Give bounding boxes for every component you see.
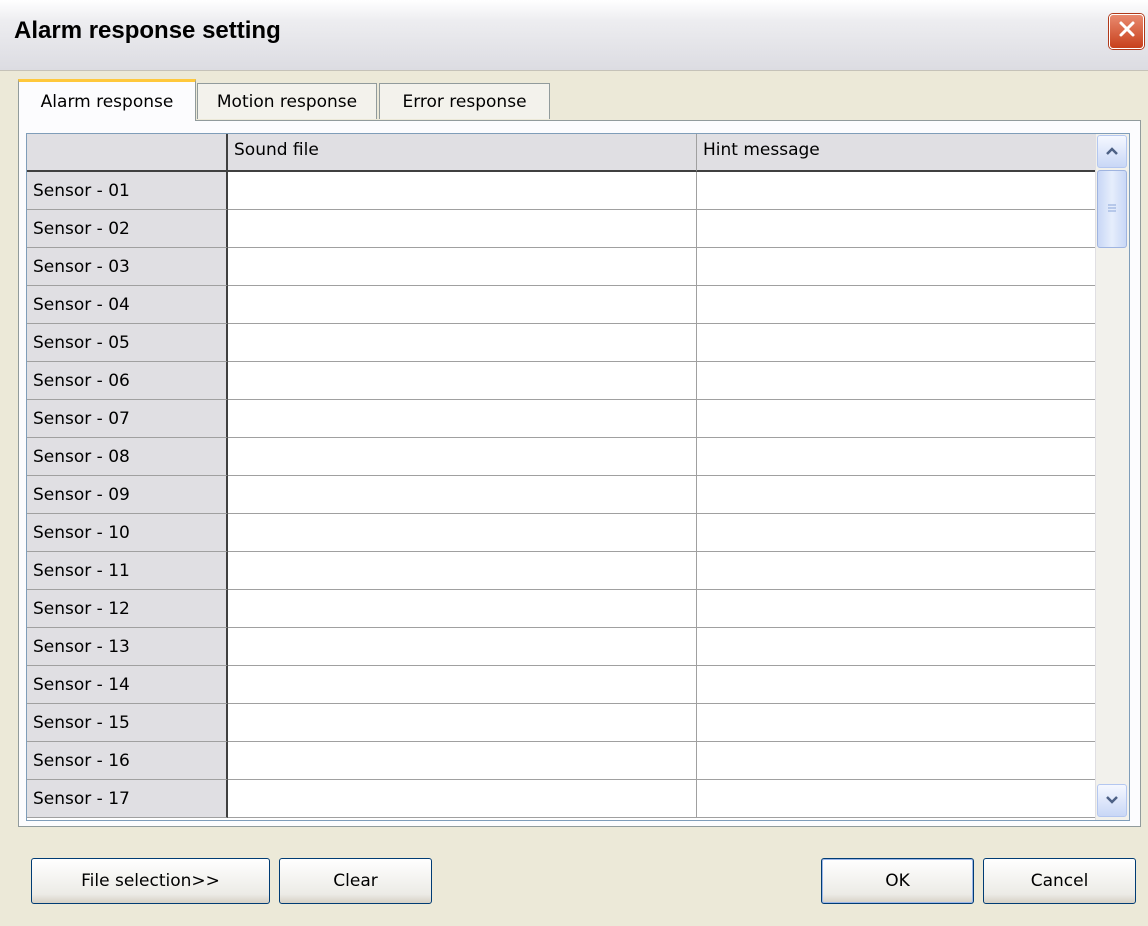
table-row: Sensor - 02 — [27, 210, 1096, 248]
sound-file-cell[interactable] — [228, 438, 697, 476]
file-selection-button[interactable]: File selection>> — [31, 858, 270, 904]
hint-message-cell[interactable] — [697, 172, 1096, 210]
row-header-sensor[interactable]: Sensor - 06 — [27, 362, 228, 400]
hint-message-cell[interactable] — [697, 780, 1096, 818]
chevron-down-icon — [1105, 792, 1119, 810]
scroll-up-button[interactable] — [1097, 135, 1127, 168]
row-header-sensor[interactable]: Sensor - 03 — [27, 248, 228, 286]
hint-message-cell[interactable] — [697, 628, 1096, 666]
hint-message-cell[interactable] — [697, 400, 1096, 438]
vertical-scrollbar[interactable] — [1095, 134, 1129, 820]
hint-message-cell[interactable] — [697, 514, 1096, 552]
row-header-sensor[interactable]: Sensor - 14 — [27, 666, 228, 704]
hint-message-cell[interactable] — [697, 590, 1096, 628]
row-header-sensor[interactable]: Sensor - 05 — [27, 324, 228, 362]
hint-message-cell[interactable] — [697, 362, 1096, 400]
hint-message-cell[interactable] — [697, 210, 1096, 248]
row-header-sensor[interactable]: Sensor - 11 — [27, 552, 228, 590]
hint-message-cell[interactable] — [697, 476, 1096, 514]
grid-header-row: Sound file Hint message — [27, 134, 1096, 172]
row-header-sensor[interactable]: Sensor - 04 — [27, 286, 228, 324]
row-header-sensor[interactable]: Sensor - 02 — [27, 210, 228, 248]
hint-message-column-header[interactable]: Hint message — [697, 134, 1096, 172]
sound-file-cell[interactable] — [228, 666, 697, 704]
table-row: Sensor - 05 — [27, 324, 1096, 362]
sound-file-cell[interactable] — [228, 514, 697, 552]
hint-message-cell[interactable] — [697, 324, 1096, 362]
table-row: Sensor - 01 — [27, 172, 1096, 210]
table-row: Sensor - 03 — [27, 248, 1096, 286]
row-header-sensor[interactable]: Sensor - 13 — [27, 628, 228, 666]
cancel-button[interactable]: Cancel — [983, 858, 1136, 904]
row-header-sensor[interactable]: Sensor - 10 — [27, 514, 228, 552]
row-header-sensor[interactable]: Sensor - 01 — [27, 172, 228, 210]
row-header-sensor[interactable]: Sensor - 16 — [27, 742, 228, 780]
table-row: Sensor - 09 — [27, 476, 1096, 514]
clear-button[interactable]: Clear — [279, 858, 432, 904]
sound-file-cell[interactable] — [228, 704, 697, 742]
hint-message-cell[interactable] — [697, 286, 1096, 324]
sound-file-cell[interactable] — [228, 628, 697, 666]
sound-file-cell[interactable] — [228, 210, 697, 248]
scroll-down-button[interactable] — [1097, 784, 1127, 817]
table-row: Sensor - 16 — [27, 742, 1096, 780]
sound-file-cell[interactable] — [228, 286, 697, 324]
table-row: Sensor - 10 — [27, 514, 1096, 552]
row-header-sensor[interactable]: Sensor - 07 — [27, 400, 228, 438]
chevron-up-icon — [1105, 143, 1119, 161]
ok-button[interactable]: OK — [821, 858, 974, 904]
sound-file-cell[interactable] — [228, 780, 697, 818]
grid-corner-header — [27, 134, 228, 172]
table-row: Sensor - 07 — [27, 400, 1096, 438]
sound-file-column-header[interactable]: Sound file — [228, 134, 697, 172]
alarm-response-dialog: Alarm response setting Alarm response Mo… — [0, 0, 1148, 926]
hint-message-cell[interactable] — [697, 704, 1096, 742]
table-row: Sensor - 14 — [27, 666, 1096, 704]
tab-alarm-response[interactable]: Alarm response — [18, 79, 196, 121]
sound-file-cell[interactable] — [228, 172, 697, 210]
sound-file-cell[interactable] — [228, 590, 697, 628]
sound-file-cell[interactable] — [228, 742, 697, 780]
sound-file-cell[interactable] — [228, 552, 697, 590]
close-button[interactable] — [1109, 14, 1144, 49]
scroll-thumb[interactable] — [1097, 170, 1127, 248]
sound-file-cell[interactable] — [228, 362, 697, 400]
hint-message-cell[interactable] — [697, 666, 1096, 704]
sound-file-cell[interactable] — [228, 476, 697, 514]
response-grid: Sound file Hint message Sensor - 01 Senso… — [26, 133, 1130, 821]
hint-message-cell[interactable] — [697, 552, 1096, 590]
table-row: Sensor - 06 — [27, 362, 1096, 400]
row-header-sensor[interactable]: Sensor - 17 — [27, 780, 228, 818]
hint-message-cell[interactable] — [697, 438, 1096, 476]
row-header-sensor[interactable]: Sensor - 15 — [27, 704, 228, 742]
hint-message-cell[interactable] — [697, 248, 1096, 286]
table-row: Sensor - 13 — [27, 628, 1096, 666]
table-row: Sensor - 17 — [27, 780, 1096, 818]
window-title: Alarm response setting — [14, 17, 281, 44]
close-icon — [1117, 19, 1137, 44]
sound-file-cell[interactable] — [228, 324, 697, 362]
row-header-sensor[interactable]: Sensor - 08 — [27, 438, 228, 476]
grip-icon — [1107, 200, 1117, 218]
row-header-sensor[interactable]: Sensor - 12 — [27, 590, 228, 628]
table-row: Sensor - 15 — [27, 704, 1096, 742]
table-row: Sensor - 04 — [27, 286, 1096, 324]
sound-file-cell[interactable] — [228, 248, 697, 286]
table-row: Sensor - 11 — [27, 552, 1096, 590]
table-row: Sensor - 12 — [27, 590, 1096, 628]
row-header-sensor[interactable]: Sensor - 09 — [27, 476, 228, 514]
tab-error-response[interactable]: Error response — [379, 83, 550, 119]
title-bar[interactable]: Alarm response setting — [0, 0, 1148, 71]
sound-file-cell[interactable] — [228, 400, 697, 438]
table-row: Sensor - 08 — [27, 438, 1096, 476]
tab-motion-response[interactable]: Motion response — [197, 83, 377, 119]
hint-message-cell[interactable] — [697, 742, 1096, 780]
